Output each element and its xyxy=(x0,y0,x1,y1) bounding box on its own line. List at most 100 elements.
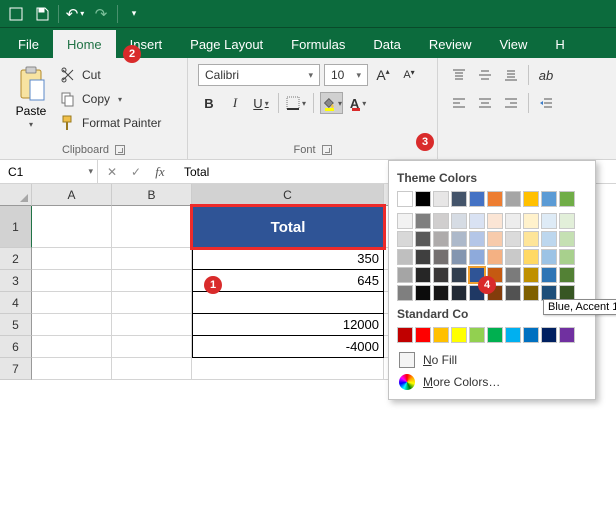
font-color-button[interactable]: A ▾ xyxy=(347,92,369,114)
cell-b4[interactable] xyxy=(112,292,192,314)
copy-button[interactable]: Copy ▾ xyxy=(56,88,165,110)
redo-button[interactable]: ↷ xyxy=(89,3,113,25)
swatch[interactable] xyxy=(415,213,431,229)
swatch[interactable] xyxy=(541,213,557,229)
swatch[interactable] xyxy=(451,249,467,265)
name-box[interactable]: C1▾ xyxy=(0,160,98,183)
tab-view[interactable]: View xyxy=(485,30,541,58)
swatch[interactable] xyxy=(541,267,557,283)
row-header-5[interactable]: 5 xyxy=(0,314,32,336)
row-header-3[interactable]: 3 xyxy=(0,270,32,292)
row-header-2[interactable]: 2 xyxy=(0,248,32,270)
tab-help[interactable]: H xyxy=(541,30,578,58)
customize-qat[interactable]: ▾ xyxy=(122,3,146,25)
formula-content[interactable]: Total xyxy=(174,165,209,179)
font-size-combo[interactable]: 10▾ xyxy=(324,64,368,86)
align-right-button[interactable] xyxy=(500,92,522,114)
swatch[interactable] xyxy=(505,267,521,283)
swatch[interactable] xyxy=(505,285,521,301)
increase-font-button[interactable]: A▴ xyxy=(372,64,394,86)
swatch[interactable] xyxy=(541,249,557,265)
enter-formula-button[interactable]: ✓ xyxy=(124,160,148,184)
cell-b2[interactable] xyxy=(112,248,192,270)
swatch[interactable] xyxy=(487,231,503,247)
cell-c2[interactable]: 350 xyxy=(192,248,384,270)
swatch[interactable] xyxy=(451,285,467,301)
swatch[interactable] xyxy=(451,327,467,343)
swatch[interactable] xyxy=(523,249,539,265)
swatch[interactable] xyxy=(433,285,449,301)
italic-button[interactable]: I xyxy=(224,92,246,114)
col-header-c[interactable]: C xyxy=(192,184,384,206)
swatch[interactable] xyxy=(397,327,413,343)
swatch[interactable] xyxy=(523,267,539,283)
swatch[interactable] xyxy=(487,249,503,265)
row-header-1[interactable]: 1 xyxy=(0,206,32,248)
swatch[interactable] xyxy=(415,231,431,247)
font-launcher[interactable] xyxy=(322,145,332,155)
fill-color-button[interactable]: ▾ xyxy=(320,92,343,114)
save-button[interactable] xyxy=(30,3,54,25)
align-left-button[interactable] xyxy=(448,92,470,114)
swatch[interactable] xyxy=(559,327,575,343)
tab-home[interactable]: Home xyxy=(53,30,116,58)
swatch[interactable] xyxy=(559,267,575,283)
cell-b7[interactable] xyxy=(112,358,192,380)
swatch[interactable] xyxy=(415,267,431,283)
swatch[interactable] xyxy=(451,213,467,229)
cell-a7[interactable] xyxy=(32,358,112,380)
swatch[interactable] xyxy=(397,231,413,247)
swatch[interactable] xyxy=(523,231,539,247)
decrease-font-button[interactable]: A▾ xyxy=(398,64,420,86)
swatch[interactable] xyxy=(469,327,485,343)
cell-a3[interactable] xyxy=(32,270,112,292)
swatch[interactable] xyxy=(541,327,557,343)
col-header-b[interactable]: B xyxy=(112,184,192,206)
swatch[interactable] xyxy=(415,285,431,301)
bold-button[interactable]: B xyxy=(198,92,220,114)
swatch[interactable] xyxy=(523,285,539,301)
cell-a1[interactable] xyxy=(32,206,112,248)
more-colors-item[interactable]: More Colors… xyxy=(397,371,587,393)
cell-c7[interactable] xyxy=(192,358,384,380)
tab-file[interactable]: File xyxy=(4,30,53,58)
format-painter-button[interactable]: Format Painter xyxy=(56,112,165,134)
decrease-indent-button[interactable] xyxy=(535,92,557,114)
cancel-formula-button[interactable]: ✕ xyxy=(100,160,124,184)
row-header-7[interactable]: 7 xyxy=(0,358,32,380)
swatch[interactable] xyxy=(433,231,449,247)
tab-formulas[interactable]: Formulas xyxy=(277,30,359,58)
swatch[interactable] xyxy=(505,327,521,343)
swatch[interactable] xyxy=(559,249,575,265)
align-center-button[interactable] xyxy=(474,92,496,114)
font-name-combo[interactable]: Calibri▾ xyxy=(198,64,320,86)
swatch[interactable] xyxy=(415,327,431,343)
row-header-4[interactable]: 4 xyxy=(0,292,32,314)
cell-a5[interactable] xyxy=(32,314,112,336)
swatch[interactable] xyxy=(505,213,521,229)
cell-c1[interactable]: Total xyxy=(192,206,384,248)
underline-button[interactable]: U▾ xyxy=(250,92,272,114)
cut-button[interactable]: Cut xyxy=(56,64,165,86)
swatch[interactable] xyxy=(487,213,503,229)
swatch[interactable] xyxy=(397,285,413,301)
orientation-button[interactable]: ab xyxy=(535,64,557,86)
swatch[interactable] xyxy=(433,213,449,229)
clipboard-launcher[interactable] xyxy=(115,145,125,155)
swatch[interactable] xyxy=(505,231,521,247)
swatch[interactable] xyxy=(523,191,539,207)
swatch[interactable] xyxy=(415,249,431,265)
no-fill-item[interactable]: No Fill xyxy=(397,349,587,371)
row-header-6[interactable]: 6 xyxy=(0,336,32,358)
swatch[interactable] xyxy=(559,191,575,207)
select-all-corner[interactable] xyxy=(0,184,32,206)
align-middle-button[interactable] xyxy=(474,64,496,86)
swatch[interactable] xyxy=(397,213,413,229)
paste-button[interactable]: Paste ▾ xyxy=(10,62,52,134)
align-bottom-button[interactable] xyxy=(500,64,522,86)
swatch[interactable] xyxy=(541,231,557,247)
swatch[interactable] xyxy=(397,249,413,265)
swatch[interactable] xyxy=(433,191,449,207)
swatch[interactable] xyxy=(487,327,503,343)
swatch[interactable] xyxy=(451,191,467,207)
